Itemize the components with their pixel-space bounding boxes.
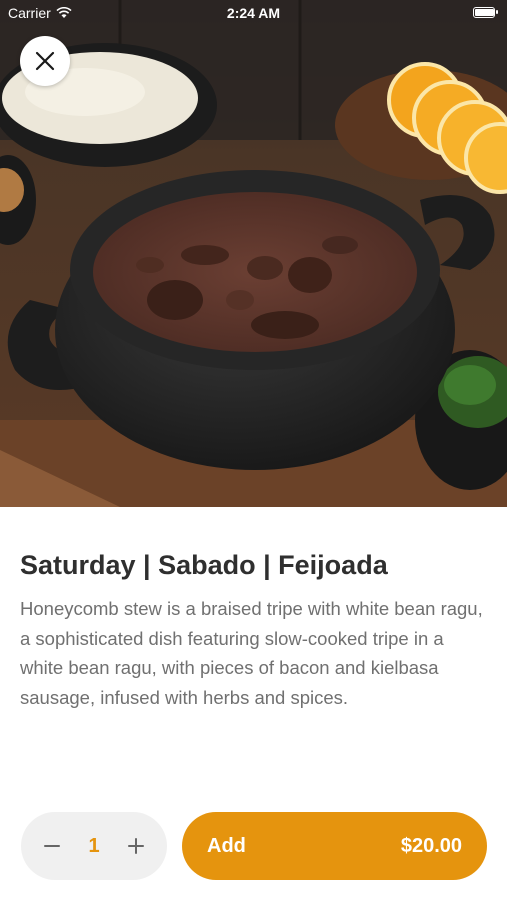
battery-level bbox=[475, 9, 494, 16]
battery-icon bbox=[473, 7, 498, 18]
plus-icon bbox=[128, 838, 144, 854]
quantity-value: 1 bbox=[88, 834, 100, 857]
dish-photo bbox=[0, 0, 507, 507]
add-price: $20.00 bbox=[400, 834, 462, 857]
increment-button[interactable] bbox=[121, 831, 151, 861]
dish-description: Honeycomb stew is a braised tripe with w… bbox=[20, 598, 483, 708]
decrement-button[interactable] bbox=[37, 831, 67, 861]
dish-title: Saturday | Sabado | Feijoada bbox=[20, 550, 388, 580]
quantity-stepper: 1 bbox=[21, 812, 167, 880]
add-label: Add bbox=[207, 834, 246, 857]
minus-icon bbox=[44, 845, 60, 847]
status-time: 2:24 AM bbox=[226, 5, 281, 21]
add-to-cart-button[interactable]: Add $20.00 bbox=[182, 812, 487, 880]
close-icon bbox=[35, 51, 55, 71]
close-button[interactable] bbox=[20, 36, 70, 86]
status-bar: Carrier 2:24 AM bbox=[0, 0, 507, 26]
feijoada-dish-photo bbox=[0, 0, 507, 507]
